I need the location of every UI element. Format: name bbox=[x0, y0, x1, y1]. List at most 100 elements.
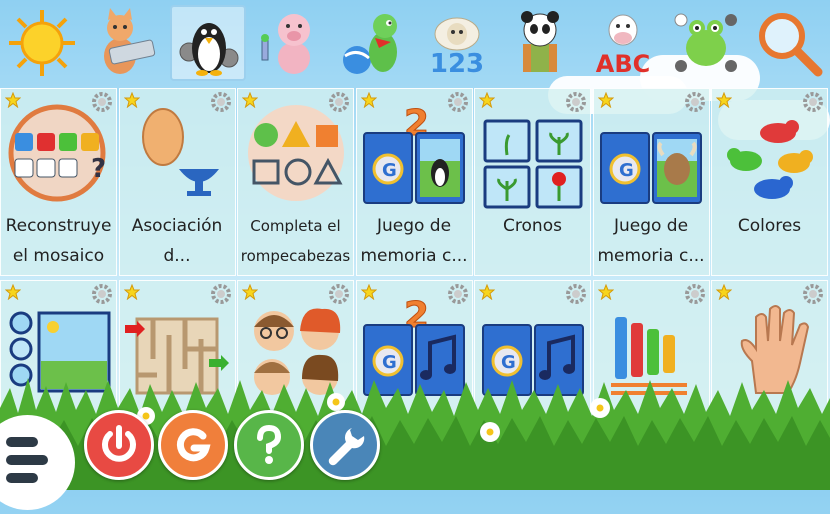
settings-gear-icon[interactable] bbox=[565, 91, 587, 113]
activity-juego-memoria-2[interactable]: G Juego de memoria c... bbox=[592, 88, 710, 276]
star-icon bbox=[360, 92, 377, 108]
settings-gear-icon[interactable] bbox=[802, 283, 824, 305]
star-icon bbox=[242, 284, 258, 300]
label-line: el mosaico bbox=[12, 246, 105, 266]
magnifier-search-icon bbox=[758, 13, 822, 77]
exit-button[interactable] bbox=[84, 410, 154, 480]
settings-gear-icon[interactable] bbox=[210, 91, 232, 113]
category-fun[interactable] bbox=[336, 5, 412, 81]
pig-scientist-icon bbox=[260, 14, 310, 74]
label-line: d... bbox=[163, 246, 191, 266]
settings-gear-icon[interactable] bbox=[684, 91, 706, 113]
settings-gear-icon[interactable] bbox=[565, 283, 587, 305]
star-icon bbox=[5, 92, 21, 108]
wrench-icon bbox=[328, 428, 365, 466]
category-science[interactable] bbox=[253, 5, 329, 81]
xylophone-art-icon bbox=[611, 317, 687, 395]
activity-label: Cronos bbox=[477, 211, 589, 241]
activity-cronos[interactable]: Cronos bbox=[474, 88, 591, 276]
category-sun[interactable] bbox=[4, 5, 80, 81]
activity-label: Juego de memoria c... bbox=[595, 211, 707, 271]
maze-art-icon bbox=[125, 317, 229, 395]
label-line: Reconstruye bbox=[5, 216, 112, 236]
activity-label: Completa el rompecabezas bbox=[240, 211, 352, 271]
activity-colores[interactable]: Colores bbox=[711, 88, 828, 276]
memory-music-art-icon: 2 G bbox=[363, 295, 465, 396]
cow-letters-icon: ABC bbox=[595, 14, 650, 78]
settings-gear-icon[interactable] bbox=[91, 283, 113, 305]
family-faces-art-icon bbox=[253, 308, 340, 395]
star-icon bbox=[716, 92, 732, 108]
help-button[interactable] bbox=[234, 410, 304, 480]
memory-gnu-art-icon: G bbox=[600, 132, 702, 204]
star-icon bbox=[716, 284, 732, 300]
activity-label: Colores bbox=[714, 211, 826, 241]
star-icon bbox=[5, 284, 21, 300]
question-mark-icon bbox=[257, 424, 282, 464]
settings-gear-icon[interactable] bbox=[802, 91, 824, 113]
power-icon bbox=[102, 425, 136, 462]
birds-art-icon bbox=[726, 120, 813, 199]
sun-icon bbox=[8, 10, 75, 76]
menu-button[interactable] bbox=[0, 415, 75, 510]
hand-art-icon bbox=[740, 305, 809, 394]
label-line: memoria c... bbox=[360, 246, 468, 266]
label-line: Completa el bbox=[250, 217, 341, 235]
mosaic-art-icon: ? bbox=[8, 104, 106, 202]
settings-gear-icon[interactable] bbox=[210, 283, 232, 305]
activity-label: Asociación d... bbox=[121, 211, 233, 271]
activity-juego-memoria-1[interactable]: 2 G Juego de memoria c... bbox=[355, 88, 473, 276]
category-penguin[interactable] bbox=[169, 5, 246, 81]
cat-keyboard-icon bbox=[103, 8, 155, 74]
settings-gear-icon[interactable] bbox=[328, 91, 350, 113]
star-icon bbox=[242, 92, 258, 108]
control-bar bbox=[0, 400, 830, 510]
settings-gear-icon[interactable] bbox=[328, 283, 350, 305]
sheep-numbers-icon: 123 bbox=[429, 17, 484, 78]
activity-completa-rompecabezas[interactable]: Completa el rompecabezas bbox=[237, 88, 354, 276]
label-line: Colores bbox=[737, 216, 802, 236]
plant-growth-art-icon bbox=[483, 119, 582, 209]
egg-cup-art-icon bbox=[142, 108, 219, 196]
numbers-text: 123 bbox=[429, 49, 483, 78]
category-reading[interactable]: ABC bbox=[585, 5, 661, 81]
panda-puzzle-icon bbox=[520, 11, 559, 72]
about-gcompris-button[interactable] bbox=[158, 410, 228, 480]
svg-text:?: ? bbox=[91, 154, 106, 184]
category-math[interactable]: 123 bbox=[419, 5, 495, 81]
settings-gear-icon[interactable] bbox=[447, 283, 469, 305]
label-line: Asociación bbox=[131, 216, 223, 236]
star-icon bbox=[597, 92, 614, 108]
settings-gear-icon[interactable] bbox=[91, 91, 113, 113]
letters-text: ABC bbox=[595, 50, 649, 78]
label-line: Juego de bbox=[613, 216, 689, 236]
svg-text:G: G bbox=[501, 352, 516, 373]
star-icon bbox=[479, 284, 495, 300]
memory-penguin-art-icon: 2 G bbox=[363, 103, 465, 204]
category-computer[interactable] bbox=[87, 5, 163, 81]
activity-reconstruye-mosaico[interactable]: ? Reconstruye el mosaico bbox=[0, 88, 117, 276]
star-icon bbox=[597, 284, 614, 300]
activity-asociacion[interactable]: Asociación d... bbox=[118, 88, 236, 276]
sky-sequence-art-icon bbox=[9, 311, 110, 393]
activity-label: Juego de memoria c... bbox=[358, 211, 470, 271]
category-strategy[interactable] bbox=[668, 5, 744, 81]
label-line: Juego de bbox=[376, 216, 452, 236]
star-icon bbox=[123, 92, 140, 108]
shapes-art-icon bbox=[247, 105, 344, 201]
settings-button[interactable] bbox=[310, 410, 380, 480]
settings-gear-icon[interactable] bbox=[447, 91, 469, 113]
label-line: memoria c... bbox=[597, 246, 705, 266]
svg-text:G: G bbox=[619, 160, 634, 181]
category-search[interactable] bbox=[751, 5, 827, 81]
hamburger-menu-icon bbox=[6, 437, 48, 483]
memory-music-art-icon: G bbox=[481, 324, 584, 396]
dinosaur-ball-icon bbox=[342, 14, 397, 74]
penguin-gears-icon bbox=[179, 23, 238, 76]
settings-gear-icon[interactable] bbox=[684, 283, 706, 305]
category-puzzle[interactable] bbox=[502, 5, 578, 81]
frog-board-icon bbox=[674, 13, 737, 72]
star-icon bbox=[360, 284, 377, 300]
svg-text:G: G bbox=[382, 160, 397, 181]
activity-label: Reconstruye el mosaico bbox=[3, 211, 115, 271]
